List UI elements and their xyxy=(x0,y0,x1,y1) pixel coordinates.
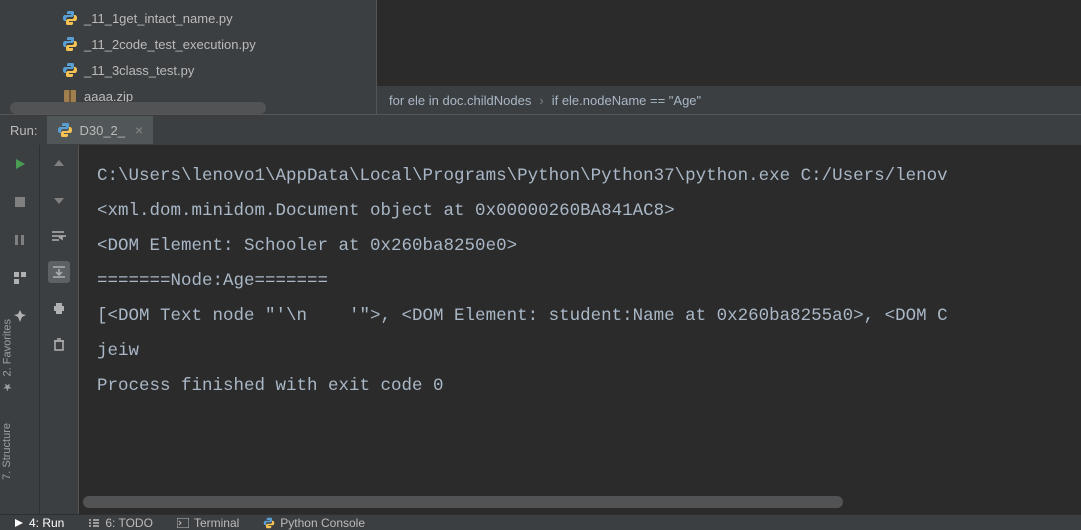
bottom-todo-tab[interactable]: 6: TODO xyxy=(88,516,153,530)
stop-button[interactable] xyxy=(9,191,31,213)
run-tool-window: Run: D30_2_ × xyxy=(0,114,1081,514)
sidebar-structure[interactable]: 7. Structure xyxy=(1,423,13,480)
left-sidebar-stripe: ★ 2. Favorites 7. Structure xyxy=(0,260,14,480)
up-button[interactable] xyxy=(48,153,70,175)
console-line: C:\Users\lenovo1\AppData\Local\Programs\… xyxy=(97,159,1081,194)
star-icon: ★ xyxy=(1,380,14,393)
scroll-to-end-button[interactable] xyxy=(48,261,70,283)
run-header: Run: D30_2_ × xyxy=(0,115,1081,145)
project-tree[interactable]: _11_1get_intact_name.py _11_2code_test_e… xyxy=(0,0,375,114)
python-file-icon xyxy=(62,36,78,52)
console-output[interactable]: C:\Users\lenovo1\AppData\Local\Programs\… xyxy=(78,145,1081,514)
soft-wrap-button[interactable] xyxy=(48,225,70,247)
pause-button[interactable] xyxy=(9,229,31,251)
tree-item[interactable]: _11_2code_test_execution.py xyxy=(0,31,375,57)
horizontal-scrollbar[interactable] xyxy=(83,496,843,508)
python-icon xyxy=(263,517,275,529)
bottom-python-console-tab[interactable]: Python Console xyxy=(263,516,365,530)
down-button[interactable] xyxy=(48,189,70,211)
print-button[interactable] xyxy=(48,297,70,319)
editor-area[interactable]: for ele in doc.childNodes › if ele.nodeN… xyxy=(376,0,1081,114)
console-line: Process finished with exit code 0 xyxy=(97,369,1081,404)
console-line: <DOM Element: Schooler at 0x260ba8250e0> xyxy=(97,229,1081,264)
bottom-terminal-tab[interactable]: Terminal xyxy=(177,516,239,530)
rerun-button[interactable] xyxy=(9,153,31,175)
console-line: jeiw xyxy=(97,334,1081,369)
python-file-icon xyxy=(57,122,73,138)
close-icon[interactable]: × xyxy=(135,122,143,138)
console-line: =======Node:Age======= xyxy=(97,264,1081,299)
python-file-icon xyxy=(62,10,78,26)
terminal-icon xyxy=(177,518,189,528)
breadcrumb-segment[interactable]: if ele.nodeName == "Age" xyxy=(552,93,701,108)
sidebar-favorites[interactable]: ★ 2. Favorites xyxy=(1,319,14,393)
tree-item-label: _11_2code_test_execution.py xyxy=(84,37,256,52)
tree-item[interactable]: _11_3class_test.py xyxy=(0,57,375,83)
console-line: [<DOM Text node "'\n '">, <DOM Element: … xyxy=(97,299,1081,334)
run-config-tab[interactable]: D30_2_ × xyxy=(47,116,153,144)
run-toolbar-secondary xyxy=(40,145,78,514)
list-icon xyxy=(88,518,100,528)
tree-item-label: _11_3class_test.py xyxy=(84,63,194,78)
bottom-run-tab[interactable]: 4: Run xyxy=(14,516,64,530)
tree-item-label: _11_1get_intact_name.py xyxy=(84,11,233,26)
clear-button[interactable] xyxy=(48,333,70,355)
run-label: Run: xyxy=(0,123,47,138)
horizontal-scrollbar[interactable] xyxy=(10,102,266,114)
breadcrumb[interactable]: for ele in doc.childNodes › if ele.nodeN… xyxy=(377,86,1081,114)
bottom-tool-bar: 4: Run 6: TODO Terminal Python Console xyxy=(0,514,1081,530)
console-line: <xml.dom.minidom.Document object at 0x00… xyxy=(97,194,1081,229)
run-tab-label: D30_2_ xyxy=(79,123,125,138)
python-file-icon xyxy=(62,62,78,78)
chevron-right-icon: › xyxy=(539,93,543,108)
tree-item[interactable]: _11_1get_intact_name.py xyxy=(0,5,375,31)
breadcrumb-segment[interactable]: for ele in doc.childNodes xyxy=(389,93,531,108)
play-icon xyxy=(14,518,24,528)
